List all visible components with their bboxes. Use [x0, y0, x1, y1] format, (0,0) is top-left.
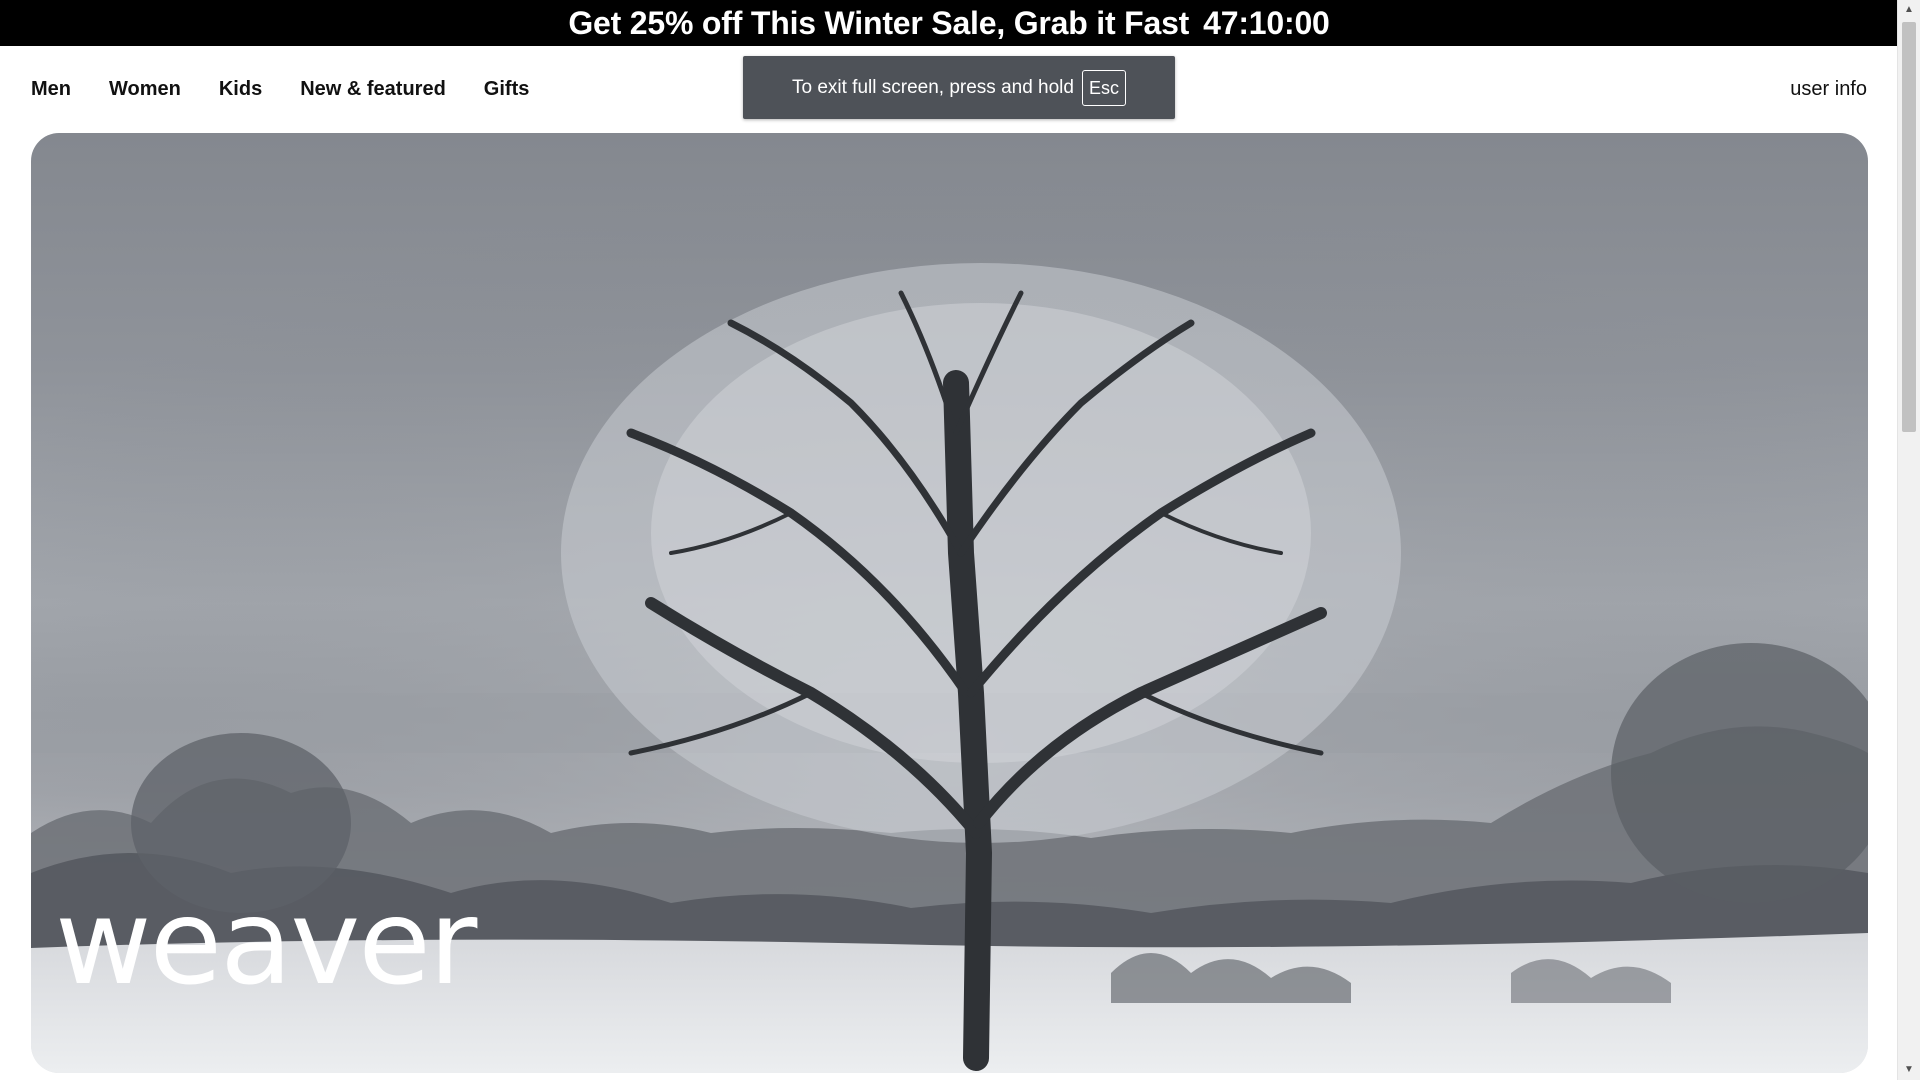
promo-countdown-timer: 47:10:00 — [1203, 4, 1330, 41]
main-nav: Men Women Kids New & featured Gifts — [31, 72, 567, 106]
chevron-up-icon[interactable]: ▲ — [1898, 0, 1920, 20]
promo-banner[interactable]: Get 25% off This Winter Sale, Grab it Fa… — [0, 0, 1898, 46]
nav-item-new-featured[interactable]: New & featured — [300, 72, 446, 106]
nav-item-women[interactable]: Women — [109, 72, 181, 106]
toast-message: To exit full screen, press and hold — [791, 76, 1074, 98]
nav-item-men[interactable]: Men — [31, 72, 71, 106]
nav-item-gifts[interactable]: Gifts — [484, 72, 530, 106]
user-info-link[interactable]: user info — [1790, 72, 1867, 106]
chevron-down-icon[interactable]: ▼ — [1898, 1060, 1920, 1080]
fullscreen-exit-toast: To exit full screen, press and hold Esc — [743, 56, 1175, 119]
page: Get 25% off This Winter Sale, Grab it Fa… — [0, 0, 1920, 1080]
hero-banner: weaver — [31, 133, 1868, 1073]
promo-text: Get 25% off This Winter Sale, Grab it Fa… — [568, 4, 1190, 41]
vertical-scrollbar[interactable]: ▲ ▼ — [1897, 0, 1920, 1080]
esc-key-badge: Esc — [1081, 69, 1126, 106]
scrollbar-thumb[interactable] — [1902, 22, 1916, 432]
nav-item-kids[interactable]: Kids — [219, 72, 262, 106]
brand-logo[interactable]: weaver — [55, 883, 477, 1001]
